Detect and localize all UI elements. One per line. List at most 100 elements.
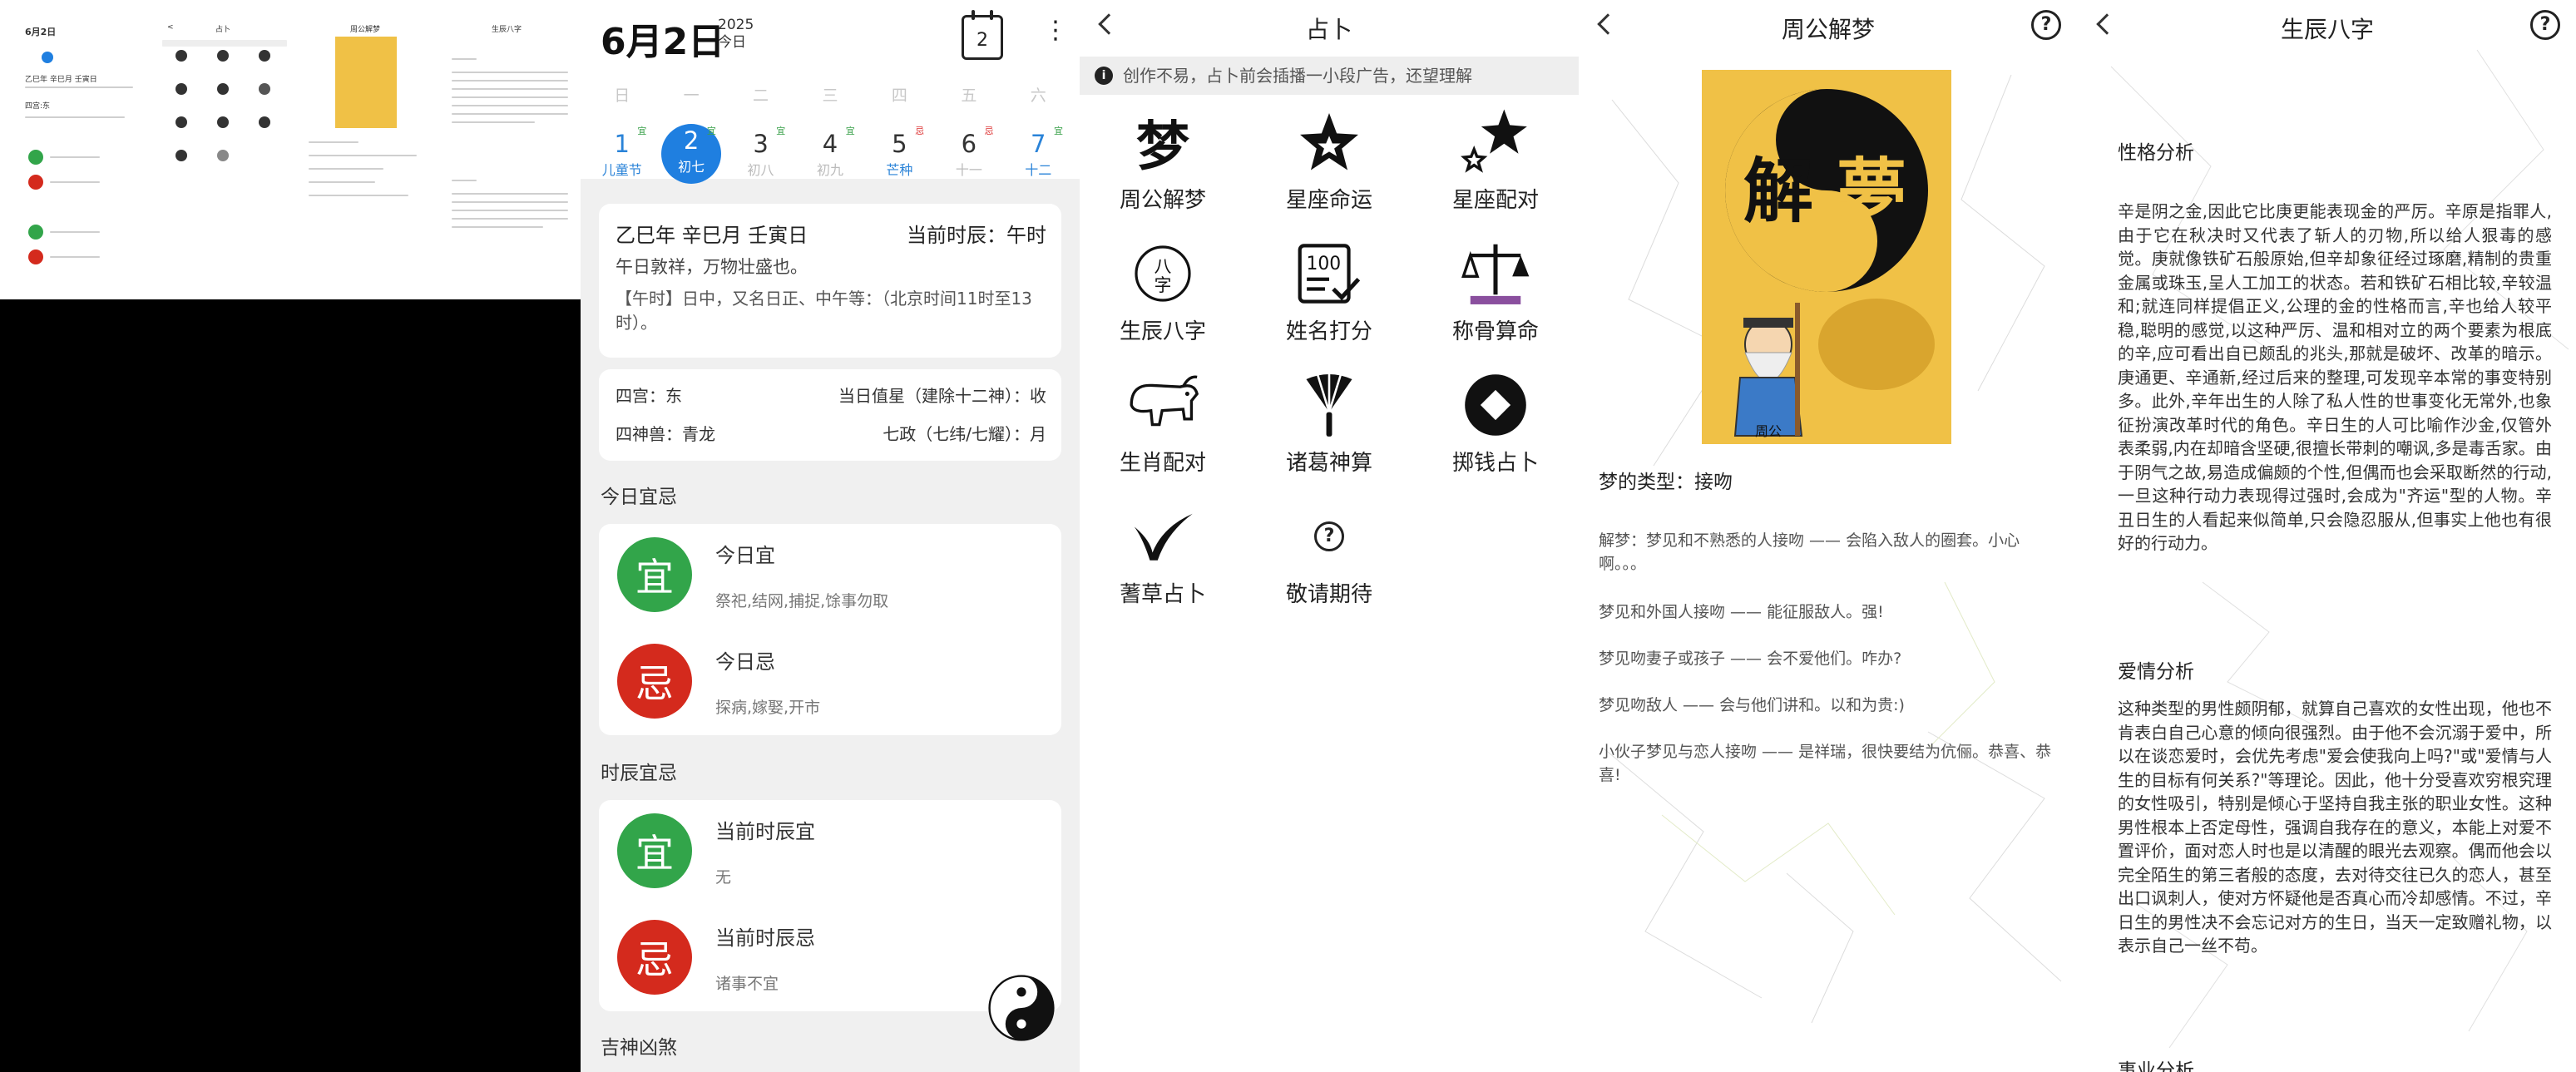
yi-seal: 宜 xyxy=(617,813,692,888)
day-lunar: 十二 xyxy=(1025,162,1052,178)
help-icon[interactable]: ? xyxy=(2530,10,2560,40)
day-badge: 宜 xyxy=(1053,126,1063,136)
thumb-calendar: 6月2日 乙巳年 辛巳月 壬寅日 四宫:东 xyxy=(17,0,141,299)
grid-item-shengxiao[interactable]: 生肖配对 xyxy=(1080,368,1246,477)
day-lunar: 初七 xyxy=(678,159,705,175)
thumb-bazi-title: 生辰八字 xyxy=(492,26,522,34)
year-value: 2025 xyxy=(718,17,754,33)
dream-paragraph: 梦见和外国人接吻 —— 能征服敌人。强! xyxy=(1599,603,1884,621)
day-cell-2-selected[interactable]: 宜 2 初七 xyxy=(656,119,725,185)
ji-seal: 忌 xyxy=(617,644,692,719)
day-number: 2 xyxy=(683,126,700,155)
today-label: 今日 xyxy=(718,34,746,51)
grid-item-zhougong[interactable]: 梦 周公解梦 xyxy=(1080,105,1246,214)
day-cell-3[interactable]: 宜 3 初八 xyxy=(726,119,795,185)
zhougong-figure xyxy=(1733,303,1803,437)
thumb-date: 6月2日 xyxy=(25,27,57,37)
day-badge: 忌 xyxy=(915,126,925,136)
grid-item-label: 生辰八字 xyxy=(1119,319,1206,344)
weekday: 四 xyxy=(891,86,907,105)
love-title: 爱情分析 xyxy=(2118,661,2194,683)
zodiac-ox-icon xyxy=(1080,368,1246,442)
day-badge: 忌 xyxy=(984,126,994,136)
year-label: 2025 今日 xyxy=(718,17,754,52)
day-cell-5[interactable]: 忌 5 芒种 xyxy=(865,119,934,185)
today-yi-items: 祭祀,结网,捕捉,馀事勿取 xyxy=(715,592,889,610)
grid-item-xingzuo-peidui[interactable]: 星座配对 xyxy=(1412,105,1579,214)
day-cell-1[interactable]: 宜 1 儿童节 xyxy=(587,119,656,185)
ganzhi-text: 乙巳年 辛巳月 壬寅日 xyxy=(616,224,808,247)
thumb-back: < xyxy=(167,23,174,32)
shichen-yi-items: 无 xyxy=(715,868,732,887)
poster-caption: 周公 xyxy=(1755,423,1782,439)
thumb-dream: 周公解梦 xyxy=(304,0,428,299)
grid-item-bazi[interactable]: 八字 生辰八字 xyxy=(1080,236,1246,345)
dream-interpretation-screen: 周公解梦 ? 解 夢 周公 梦的类型：接吻 解梦：梦见和不熟悉的人接吻 —— 会… xyxy=(1579,0,2078,1072)
shichen-description: 【午时】日中，又名日正、中午等：（北京时间11时至13时）。 xyxy=(616,289,1032,333)
thumb-sigong: 四宫:东 xyxy=(25,102,51,111)
qizheng: 七政（七纬/七耀）：月 xyxy=(883,424,1046,444)
grid-item-shicao[interactable]: 蓍草占卜 xyxy=(1080,499,1246,608)
divination-screen: 占卜 i 创作不易，占卜前会插播一小段广告，还望理解 梦 周公解梦 星座命运 星… xyxy=(1080,0,1579,1072)
svg-text:字: 字 xyxy=(1155,275,1172,295)
info-icon: i xyxy=(1095,67,1113,85)
score-card-icon: 100 xyxy=(1246,236,1412,311)
grid-item-label: 星座命运 xyxy=(1285,188,1372,213)
shichen-yiji-title: 时辰宜忌 xyxy=(601,763,677,784)
today-yi-title: 今日宜 xyxy=(715,544,775,567)
page-title: 周公解梦 xyxy=(1781,16,1875,43)
weekday-header: 日 一 二 三 四 五 六 xyxy=(587,83,1073,106)
day-cell-7[interactable]: 宜 7 十二 xyxy=(1004,119,1073,185)
shichen-motto: 午日敦祥，万物壮盛也。 xyxy=(616,257,808,277)
calendar-today-icon[interactable]: 2 xyxy=(962,10,1003,60)
double-star-icon xyxy=(1412,105,1579,180)
help-icon[interactable]: ? xyxy=(2031,10,2061,40)
dream-glyph: 梦 xyxy=(1136,116,1189,178)
jishen-xiongsha-title: 吉神凶煞 xyxy=(601,1037,677,1059)
ji-seal: 忌 xyxy=(617,920,692,995)
thumb-ganzhi: 乙巳年 辛巳月 壬寅日 xyxy=(25,76,97,84)
shichen-ji-items: 诸事不宜 xyxy=(715,975,779,993)
grid-item-label: 敬请期待 xyxy=(1285,582,1372,607)
today-ji-title: 今日忌 xyxy=(715,650,775,674)
grid-item-label: 诸葛神算 xyxy=(1285,451,1372,476)
day-lunar: 芒种 xyxy=(886,162,913,178)
notice-text: 创作不易，占卜前会插播一小段广告，还望理解 xyxy=(1123,66,1472,86)
thumb-divi-title: 占卜 xyxy=(215,26,231,34)
week-days-row: 宜 1 儿童节 宜 2 初七 宜 3 初八 宜 4 初九 忌 5 芒种 忌 6 … xyxy=(587,119,1073,185)
weekday: 二 xyxy=(753,86,769,105)
question-glyph: ? xyxy=(1314,521,1344,551)
ganzhi-card: 乙巳年 辛巳月 壬寅日 当前时辰：午时 午日敦祥，万物壮盛也。 【午时】日中，又… xyxy=(599,204,1061,358)
grid-item-xingming-dafen[interactable]: 100 姓名打分 xyxy=(1246,236,1412,345)
almanac-info-card: 四宫：东 当日值星（建除十二神）：收 四神兽：青龙 七政（七纬/七耀）：月 xyxy=(599,369,1061,461)
today-ji-items: 探病,嫁娶,开市 xyxy=(715,699,821,717)
grid-item-label: 掷钱占卜 xyxy=(1451,451,1539,476)
more-menu-icon[interactable]: ⋮ xyxy=(1043,18,1068,43)
day-badge: 宜 xyxy=(776,126,786,136)
poster-glyph: 夢 xyxy=(1837,150,1906,232)
dream-paragraph: 解梦：梦见和不熟悉的人接吻 —— 会陷入敌人的圈套。小心啊。。。 xyxy=(1599,531,2020,573)
grid-item-zhuge[interactable]: 诸葛神算 xyxy=(1246,368,1412,477)
dream-type: 梦的类型：接吻 xyxy=(1599,472,1733,493)
day-lunar: 初八 xyxy=(747,162,774,178)
today-yiji-card: 宜 今日宜 祭祀,结网,捕捉,馀事勿取 忌 今日忌 探病,嫁娶,开市 xyxy=(599,524,1061,735)
taiji-fab-icon[interactable] xyxy=(988,975,1055,1041)
shichen-ji-title: 当前时辰忌 xyxy=(715,926,815,950)
weekday: 日 xyxy=(614,86,630,105)
grid-item-label: 姓名打分 xyxy=(1285,319,1372,344)
calendar-screen: 6月2日 2025 今日 2 ⋮ 日 一 二 三 四 五 六 宜 1 儿童节 宜 xyxy=(581,0,1080,1072)
bazi-seal-icon: 八字 xyxy=(1080,236,1246,311)
grid-item-zhiqian[interactable]: 掷钱占卜 xyxy=(1412,368,1579,477)
dream-paragraph: 梦见吻妻子或孩子 —— 会不爱他们。咋办? xyxy=(1599,650,1902,668)
grid-item-xingzuo-mingyun[interactable]: 星座命运 xyxy=(1246,105,1412,214)
scale-icon xyxy=(1412,236,1579,311)
day-cell-6[interactable]: 忌 6 十一 xyxy=(934,119,1003,185)
day-lunar: 十一 xyxy=(955,162,982,178)
day-badge: 宜 xyxy=(637,126,647,136)
thumb-dream-title: 周公解梦 xyxy=(350,26,381,34)
calendar-icon-number: 2 xyxy=(977,29,988,51)
grid-item-chenggu[interactable]: 称骨算命 xyxy=(1412,236,1579,345)
day-cell-4[interactable]: 宜 4 初九 xyxy=(795,119,864,185)
page-title: 生辰八字 xyxy=(2280,16,2374,43)
grid-item-coming-soon[interactable]: ? 敬请期待 xyxy=(1246,499,1412,608)
